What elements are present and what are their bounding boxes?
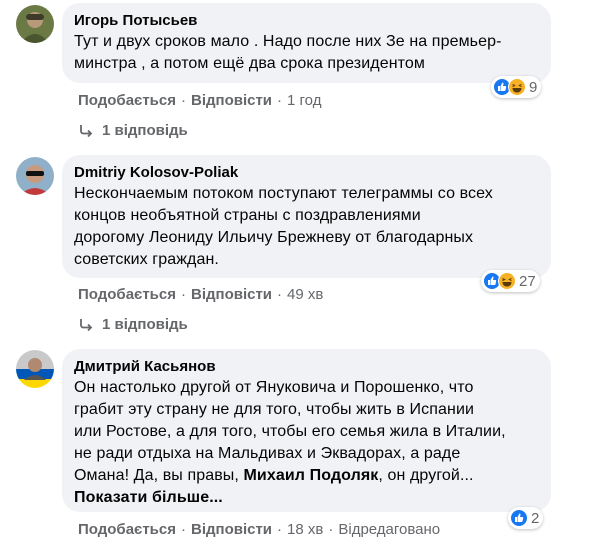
comment-time[interactable]: 1 год [287, 92, 321, 109]
reaction-count: 9 [529, 78, 538, 96]
separator: · [277, 521, 283, 538]
comment-text-line: или Ростове, а для того, чтобы его семья… [74, 423, 506, 440]
comment-text-line: Нескончаемым потоком поступают телеграмм… [74, 185, 493, 202]
avatar[interactable] [16, 350, 54, 388]
comment-text-line: не ради отдыха на Мальдивах и Эквадорах,… [74, 445, 461, 462]
separator: · [180, 521, 186, 538]
separator: · [277, 92, 283, 109]
comment-text-line: Он настолько другой от Януковича и Порош… [74, 379, 474, 396]
reaction-count: 27 [519, 272, 536, 290]
reaction-summary[interactable]: 27 [481, 270, 540, 292]
comment-actions: Подобається · Відповісти · 49 хв [78, 285, 323, 305]
reply-arrow-icon [80, 125, 93, 138]
separator: · [277, 286, 283, 303]
like-button[interactable]: Подобається [78, 92, 176, 109]
comment-actions: Подобається · Відповісти · 1 год [78, 91, 321, 111]
reaction-summary[interactable]: 2 [508, 507, 544, 529]
like-button[interactable]: Подобається [78, 521, 176, 538]
reply-button[interactable]: Відповісти [191, 521, 272, 538]
like-icon [510, 509, 528, 527]
see-more-link[interactable]: Показати більше... [74, 487, 539, 509]
haha-icon [508, 78, 526, 96]
comment-text-line: Тут и двух сроков мало . Надо после них … [74, 33, 502, 50]
comment-bubble: Дмитрий Касьянов Он настолько другой от … [62, 349, 551, 512]
separator: · [180, 286, 186, 303]
reaction-summary[interactable]: 9 [491, 76, 542, 98]
haha-icon [498, 272, 516, 290]
comment-author[interactable]: Игорь Потысьев [74, 11, 539, 31]
comment-author[interactable]: Дмитрий Касьянов [74, 357, 539, 377]
separator: · [328, 521, 334, 538]
comment-text-line: дорогому Леониду Ильичу Брежневу от благ… [74, 229, 474, 246]
replies-count-label: 1 відповідь [102, 122, 188, 139]
like-button[interactable]: Подобається [78, 286, 176, 303]
comment-actions: Подобається · Відповісти · 18 хв · Відредагова… [78, 520, 440, 540]
reply-button[interactable]: Відповісти [191, 92, 272, 109]
comment-bubble: Dmitriy Kolosov-Poliak Нескончаемым пото… [62, 155, 551, 278]
reaction-count: 2 [531, 509, 540, 527]
avatar[interactable] [16, 157, 54, 195]
avatar[interactable] [16, 5, 54, 43]
comment-text-line: минстра , а потом ещё два срока президен… [74, 55, 425, 72]
comment-text-fragment: , он другой... [378, 467, 474, 484]
edited-label[interactable]: Відредаговано [338, 521, 440, 538]
reply-button[interactable]: Відповісти [191, 286, 272, 303]
comment-bubble: Игорь Потысьев Тут и двух сроков мало . … [62, 3, 551, 83]
comment-text-line: Омана! Да, вы правы, Михаил Подоляк, он … [74, 465, 539, 487]
comment-text-fragment: Омана! Да, вы правы, [74, 467, 244, 484]
view-replies-link[interactable]: 1 відповідь [78, 121, 188, 141]
comment-time[interactable]: 18 хв [287, 521, 323, 538]
view-replies-link[interactable]: 1 відповідь [78, 315, 188, 335]
comment-text-line: советских граждан. [74, 251, 219, 268]
comment-time[interactable]: 49 хв [287, 286, 323, 303]
comment-text-line: грабит эту страну не для того, чтобы жит… [74, 401, 475, 418]
comment-text-line: концов необъятной страны с поздравлениям… [74, 207, 421, 224]
comment-author[interactable]: Dmitriy Kolosov-Poliak [74, 163, 539, 183]
replies-count-label: 1 відповідь [102, 316, 188, 333]
reply-arrow-icon [80, 319, 93, 332]
mention-link[interactable]: Михаил Подоляк [244, 467, 379, 484]
separator: · [180, 92, 186, 109]
